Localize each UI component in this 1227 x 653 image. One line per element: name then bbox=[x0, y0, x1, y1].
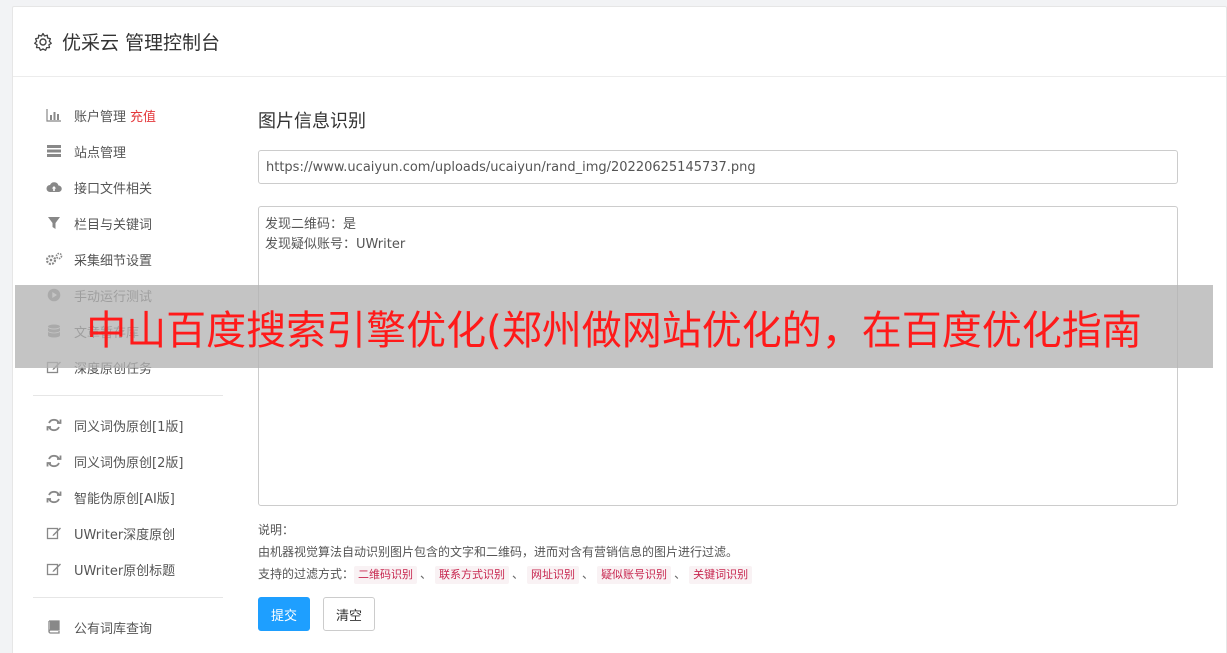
cloud-upload-icon bbox=[45, 179, 63, 195]
sidebar-item-label: UWriter深度原创 bbox=[74, 527, 176, 543]
edit-icon bbox=[45, 525, 63, 541]
filter-tag: 疑似账号识别 bbox=[597, 566, 672, 584]
nav-divider bbox=[33, 597, 223, 598]
edit-icon bbox=[45, 561, 63, 577]
sidebar-item-label: 站点管理 bbox=[74, 145, 127, 161]
sidebar-item-label: 采集细节设置 bbox=[74, 253, 153, 269]
overlay-banner-text: 中山百度搜索引擎优化(郑州做网站优化的，在百度优化指南 bbox=[86, 307, 1142, 354]
sidebar-item-synonym-v1[interactable]: 同义词伪原创[1版] bbox=[33, 407, 223, 443]
refresh-icon bbox=[45, 489, 63, 505]
help-heading: 说明： bbox=[258, 523, 295, 537]
sidebar-item-uwriter-deep[interactable]: UWriter深度原创 bbox=[33, 515, 223, 551]
sidebar-item-interface[interactable]: 接口文件相关 bbox=[33, 169, 223, 205]
filter-icon bbox=[45, 215, 63, 231]
refresh-icon bbox=[45, 453, 63, 469]
filter-label: 支持的过滤方式： bbox=[258, 567, 355, 581]
image-recognition-form: 图片信息识别 发现二维码：是发现疑似账号：UWriter 说明： 由机器视觉算法… bbox=[258, 107, 1178, 631]
console-title: 优采云 管理控制台 bbox=[62, 32, 221, 54]
filter-tag: 关键词识别 bbox=[689, 566, 753, 584]
sidebar-item-label: 接口文件相关 bbox=[74, 181, 153, 197]
filter-separator: 、 bbox=[420, 567, 433, 581]
sidebar-item-label: 同义词伪原创[2版] bbox=[74, 455, 184, 471]
gear-icon bbox=[33, 32, 53, 52]
filter-tag: 二维码识别 bbox=[354, 566, 418, 584]
sidebar-item-sites[interactable]: 站点管理 bbox=[33, 133, 223, 169]
filter-methods: 支持的过滤方式： 二维码识别、联系方式识别、网址识别、疑似账号识别、关键词识别 bbox=[258, 563, 1178, 585]
console-header: 优采云 管理控制台 bbox=[13, 7, 1226, 77]
sidebar-item-public-thesaurus[interactable]: 公有词库查询 bbox=[33, 609, 223, 645]
help-section: 说明： 由机器视觉算法自动识别图片包含的文字和二维码，进而对含有营销信息的图片进… bbox=[258, 519, 1178, 585]
page-title: 图片信息识别 bbox=[258, 111, 366, 132]
submit-button[interactable]: 提交 bbox=[258, 597, 311, 631]
nav-divider bbox=[33, 395, 223, 396]
help-description: 由机器视觉算法自动识别图片包含的文字和二维码，进而对含有营销信息的图片进行过滤。 bbox=[258, 545, 739, 559]
filter-separator: 、 bbox=[582, 567, 595, 581]
sidebar-item-label: 同义词伪原创[1版] bbox=[74, 419, 184, 435]
server-icon bbox=[45, 143, 63, 159]
form-actions: 提交 清空 bbox=[258, 597, 1178, 631]
image-url-input[interactable] bbox=[258, 150, 1178, 184]
cogs-icon bbox=[45, 251, 63, 267]
sidebar-item-label: 账户管理 bbox=[74, 109, 127, 125]
sidebar-item-synonym-v2[interactable]: 同义词伪原创[2版] bbox=[33, 443, 223, 479]
result-line: 发现疑似账号：UWriter bbox=[265, 237, 406, 252]
sidebar-item-columns[interactable]: 栏目与关键词 bbox=[33, 205, 223, 241]
refresh-icon bbox=[45, 417, 63, 433]
sidebar-item-account[interactable]: 账户管理 充值 bbox=[33, 97, 223, 133]
sidebar-item-label: 栏目与关键词 bbox=[74, 217, 153, 233]
sidebar-item-label: 智能伪原创[AI版] bbox=[74, 491, 175, 507]
filter-tag: 联系方式识别 bbox=[435, 566, 510, 584]
result-line: 发现二维码：是 bbox=[265, 217, 357, 232]
filter-tag: 网址识别 bbox=[527, 566, 580, 584]
bar-chart-icon bbox=[45, 107, 63, 123]
sidebar-nav: 账户管理充值站点管理接口文件相关栏目与关键词采集细节设置手动运行测试文章暂存库深… bbox=[33, 97, 223, 645]
sidebar-item-label: 公有词库查询 bbox=[74, 621, 153, 637]
sidebar-item-uwriter-title[interactable]: UWriter原创标题 bbox=[33, 551, 223, 587]
sidebar-item-ai-rewrite[interactable]: 智能伪原创[AI版] bbox=[33, 479, 223, 515]
recharge-link[interactable]: 充值 bbox=[130, 106, 156, 125]
clear-button[interactable]: 清空 bbox=[323, 597, 376, 631]
sidebar-item-label: UWriter原创标题 bbox=[74, 563, 176, 579]
book-icon bbox=[45, 619, 63, 635]
filter-separator: 、 bbox=[674, 567, 687, 581]
filter-separator: 、 bbox=[512, 567, 525, 581]
overlay-banner: 中山百度搜索引擎优化(郑州做网站优化的，在百度优化指南 bbox=[15, 285, 1213, 368]
sidebar-item-collect[interactable]: 采集细节设置 bbox=[33, 241, 223, 277]
